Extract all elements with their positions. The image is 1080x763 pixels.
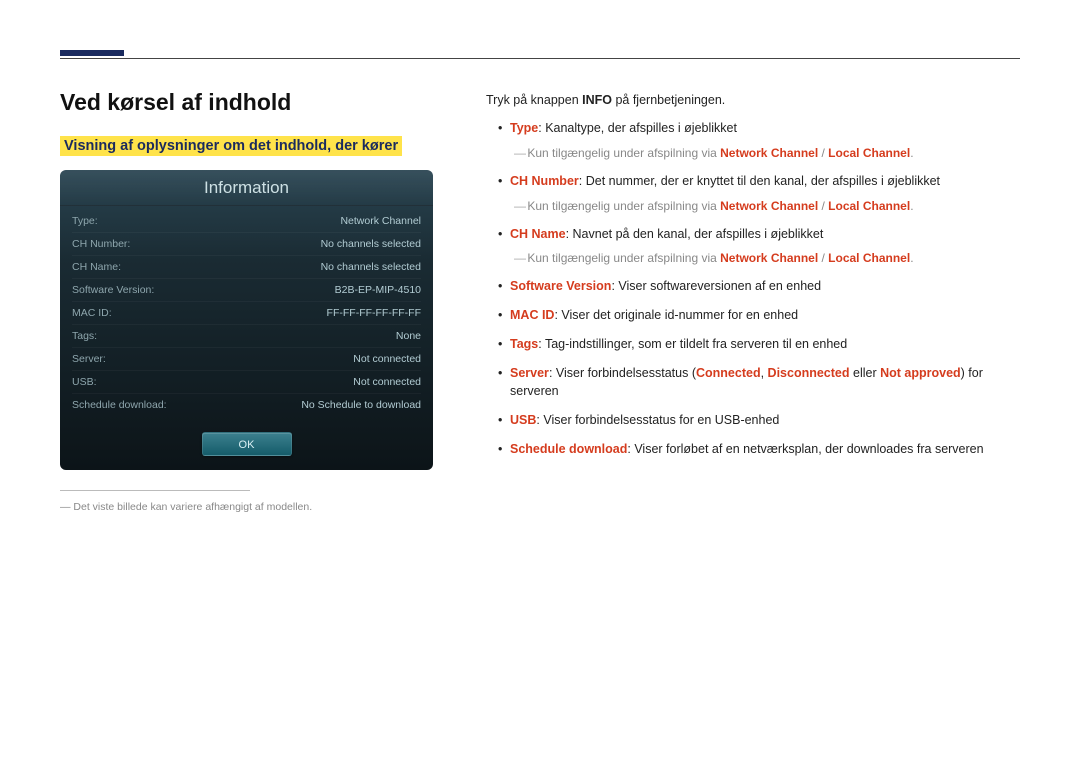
text: : Viser softwareversionen af en enhed <box>611 279 821 293</box>
text: . <box>910 199 913 213</box>
text: : Viser forbindelsesstatus ( <box>549 366 696 380</box>
info-row: Type: Network Channel <box>72 210 421 233</box>
info-row: CH Name: No channels selected <box>72 256 421 279</box>
key-term: CH Number <box>510 174 579 188</box>
key-term: USB <box>510 413 536 427</box>
info-value: Network Channel <box>340 215 421 227</box>
list-item: Schedule download: Viser forløbet af en … <box>498 440 1020 459</box>
key-term: Tags <box>510 337 538 351</box>
text: Kun tilgængelig under afspilning via <box>527 199 720 213</box>
info-label: Type: <box>72 215 98 227</box>
info-row: USB: Not connected <box>72 371 421 394</box>
key-term: Server <box>510 366 549 380</box>
text: : Kanaltype, der afspilles i øjeblikket <box>538 121 737 135</box>
info-label: Software Version: <box>72 284 154 296</box>
info-row: Tags: None <box>72 325 421 348</box>
key-term: Local Channel <box>828 251 910 265</box>
info-value: Not connected <box>353 376 421 388</box>
info-key: INFO <box>582 93 612 107</box>
text: , <box>761 366 768 380</box>
manual-page: Ved kørsel af indhold Visning af oplysni… <box>0 0 1080 513</box>
text: : Viser forbindelsesstatus for en USB-en… <box>536 413 779 427</box>
text: : Det nummer, der er knyttet til den kan… <box>579 174 940 188</box>
key-term: Type <box>510 121 538 135</box>
key-term: Network Channel <box>720 251 818 265</box>
sub-note: Kun tilgængelig under afspilning via Net… <box>510 249 1020 267</box>
information-title: Information <box>60 170 433 206</box>
accent-bar <box>60 50 124 56</box>
text: på fjernbetjeningen. <box>612 93 725 107</box>
list-item: Software Version: Viser softwareversione… <box>498 277 1020 296</box>
top-rule <box>60 58 1020 59</box>
list-item: CH Name: Navnet på den kanal, der afspil… <box>498 225 1020 268</box>
info-row: Server: Not connected <box>72 348 421 371</box>
key-term: Network Channel <box>720 146 818 160</box>
text: / <box>818 146 828 160</box>
key-term: Local Channel <box>828 146 910 160</box>
info-label: CH Number: <box>72 238 130 250</box>
section-heading: Visning af oplysninger om det indhold, d… <box>60 136 402 156</box>
key-term: Disconnected <box>768 366 850 380</box>
info-label: MAC ID: <box>72 307 112 319</box>
columns: Ved kørsel af indhold Visning af oplysni… <box>60 89 1020 513</box>
information-body: Type: Network Channel CH Number: No chan… <box>60 206 433 422</box>
info-value: Not connected <box>353 353 421 365</box>
information-panel: Information Type: Network Channel CH Num… <box>60 170 433 470</box>
text: Tryk på knappen <box>486 93 582 107</box>
info-row: Software Version: B2B-EP-MIP-4510 <box>72 279 421 302</box>
info-row: Schedule download: No Schedule to downlo… <box>72 394 421 416</box>
list-item: USB: Viser forbindelsesstatus for en USB… <box>498 411 1020 430</box>
ok-button[interactable]: OK <box>202 432 292 456</box>
key-term: CH Name <box>510 227 566 241</box>
text: . <box>910 146 913 160</box>
info-label: Schedule download: <box>72 399 167 411</box>
list-item: CH Number: Det nummer, der er knyttet ti… <box>498 172 1020 215</box>
key-term: Connected <box>696 366 761 380</box>
info-value: FF-FF-FF-FF-FF-FF <box>327 307 421 319</box>
list-item: Server: Viser forbindelsesstatus (Connec… <box>498 364 1020 402</box>
text: eller <box>850 366 881 380</box>
info-row: CH Number: No channels selected <box>72 233 421 256</box>
info-label: Tags: <box>72 330 97 342</box>
key-term: Local Channel <box>828 199 910 213</box>
sub-note: Kun tilgængelig under afspilning via Net… <box>510 144 1020 162</box>
key-term: Software Version <box>510 279 611 293</box>
key-term: Network Channel <box>720 199 818 213</box>
footnote-rule <box>60 490 250 491</box>
key-term: Not approved <box>880 366 961 380</box>
text: / <box>818 199 828 213</box>
footnote: Det viste billede kan variere afhængigt … <box>60 501 450 513</box>
intro-text: Tryk på knappen INFO på fjernbetjeningen… <box>486 93 1020 107</box>
text: : Navnet på den kanal, der afspilles i ø… <box>566 227 824 241</box>
bullet-list: Type: Kanaltype, der afspilles i øjeblik… <box>486 119 1020 459</box>
info-row: MAC ID: FF-FF-FF-FF-FF-FF <box>72 302 421 325</box>
right-column: Tryk på knappen INFO på fjernbetjeningen… <box>486 89 1020 513</box>
info-label: Server: <box>72 353 106 365</box>
left-column: Ved kørsel af indhold Visning af oplysni… <box>60 89 450 513</box>
info-value: B2B-EP-MIP-4510 <box>335 284 421 296</box>
key-term: Schedule download <box>510 442 627 456</box>
text: Kun tilgængelig under afspilning via <box>527 146 720 160</box>
list-item: MAC ID: Viser det originale id-nummer fo… <box>498 306 1020 325</box>
text: / <box>818 251 828 265</box>
list-item: Tags: Tag-indstillinger, som er tildelt … <box>498 335 1020 354</box>
info-value: None <box>396 330 421 342</box>
info-value: No channels selected <box>321 238 421 250</box>
key-term: MAC ID <box>510 308 554 322</box>
page-title: Ved kørsel af indhold <box>60 89 450 116</box>
info-value: No Schedule to download <box>301 399 421 411</box>
info-label: CH Name: <box>72 261 121 273</box>
info-label: USB: <box>72 376 97 388</box>
text: : Tag-indstillinger, som er tildelt fra … <box>538 337 847 351</box>
text: : Viser det originale id-nummer for en e… <box>554 308 798 322</box>
ok-button-wrap: OK <box>60 422 433 470</box>
info-value: No channels selected <box>321 261 421 273</box>
text: : Viser forløbet af en netværksplan, der… <box>627 442 983 456</box>
sub-note: Kun tilgængelig under afspilning via Net… <box>510 197 1020 215</box>
text: Kun tilgængelig under afspilning via <box>527 251 720 265</box>
text: . <box>910 251 913 265</box>
list-item: Type: Kanaltype, der afspilles i øjeblik… <box>498 119 1020 162</box>
